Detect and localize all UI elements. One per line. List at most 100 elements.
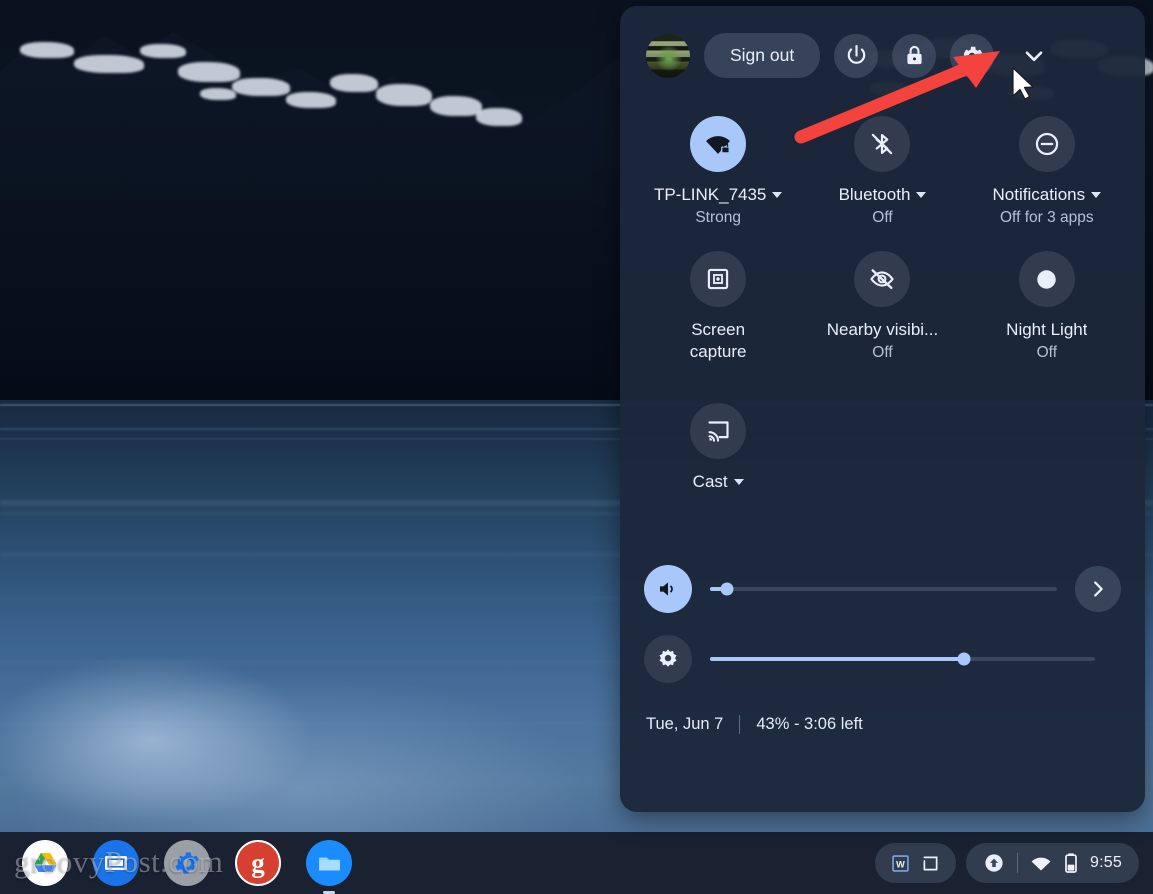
shelf-app-list: g (22, 840, 352, 894)
tile-night-light[interactable]: Night Light Off (965, 239, 1129, 373)
tile-nearby-sub: Off (872, 344, 893, 361)
brightness-slider-thumb[interactable] (957, 652, 971, 666)
tile-wifi[interactable]: TP-LINK_7435 Strong (636, 104, 800, 237)
brightness-button[interactable] (644, 635, 692, 683)
slides-icon (105, 856, 127, 870)
chevron-down-icon[interactable] (772, 192, 783, 198)
volume-next-button[interactable] (1075, 566, 1121, 612)
nearby-visibility-off-icon (870, 269, 895, 290)
gear-icon (175, 852, 199, 874)
tile-label-text: Night Light (1006, 320, 1088, 339)
volume-slider-track[interactable] (710, 582, 1057, 596)
chevron-down-icon[interactable] (1091, 192, 1102, 198)
tile-label-text: Nearby visibi... (826, 320, 939, 339)
tile-screen-capture-icon-bg (690, 251, 747, 307)
quick-settings-header: Sign out (620, 6, 1145, 78)
tile-wifi-sub: Strong (695, 209, 741, 226)
tray-divider (1017, 853, 1019, 873)
snow-cap (232, 78, 290, 96)
shelf-item-google-drive[interactable] (22, 840, 68, 886)
tile-notifications-label: Notifications (993, 184, 1102, 206)
settings-button[interactable] (950, 33, 995, 78)
date-label[interactable]: Tue, Jun 7 (646, 715, 723, 734)
tile-nearby-visibility[interactable]: Nearby visibi... Off (800, 239, 964, 373)
snow-cap (74, 55, 144, 73)
google-drive-icon (33, 852, 57, 872)
tray-window-group[interactable]: W (875, 843, 957, 883)
chevron-down-icon[interactable] (916, 192, 927, 198)
tile-screen-capture-label: Screen capture (671, 319, 766, 363)
battery-icon (1065, 853, 1077, 873)
gear-icon (962, 46, 983, 65)
quick-settings-panel: Sign out TP-LINK_7435 Strong Bluetooth O… (620, 6, 1145, 812)
tile-cast-label: Cast (693, 471, 744, 493)
power-icon (847, 45, 865, 64)
tile-bluetooth-sub: Off (872, 209, 893, 226)
screen-capture-icon (707, 268, 729, 290)
quick-settings-footer: Tue, Jun 7 43% - 3:06 left (620, 715, 1145, 734)
upload-status-icon (985, 854, 1003, 872)
tile-screen-capture[interactable]: Screen capture (636, 239, 800, 373)
tile-cast-icon-bg (690, 403, 747, 459)
svg-text:W: W (896, 859, 905, 869)
do-not-disturb-icon (1035, 132, 1058, 156)
tile-notifications-sub: Off for 3 apps (1000, 209, 1094, 226)
brightness-slider-row (620, 635, 1145, 683)
brightness-slider-track[interactable] (710, 652, 1095, 666)
battery-label[interactable]: 43% - 3:06 left (756, 715, 862, 734)
avatar[interactable] (646, 33, 690, 78)
tile-bluetooth-icon-bg (854, 116, 911, 172)
quick-settings-tiles: TP-LINK_7435 Strong Bluetooth Off Notifi… (620, 78, 1145, 503)
tile-night-light-label: Night Light (1006, 319, 1087, 341)
snow-cap (20, 42, 74, 58)
word-doc-icon: W (892, 854, 909, 872)
tile-notifications[interactable]: Notifications Off for 3 apps (965, 104, 1129, 237)
brightness-icon (659, 649, 677, 667)
lock-button[interactable] (892, 33, 937, 78)
chevron-down-icon[interactable] (733, 479, 744, 485)
tile-label-text: Notifications (992, 185, 1086, 204)
snow-cap (200, 88, 236, 100)
tile-label-text: Cast (692, 472, 728, 491)
tile-cast[interactable]: Cast (636, 375, 800, 503)
volume-slider-thumb[interactable] (720, 582, 734, 596)
shelf-item-slides[interactable] (93, 840, 139, 886)
tile-wifi-icon-bg (690, 116, 747, 172)
brightness-slider-fill (710, 657, 965, 661)
snow-cap (430, 96, 482, 116)
shelf-tray: W 9:55 (875, 843, 1139, 883)
snow-cap (330, 74, 378, 92)
snow-cap (476, 108, 522, 126)
tile-nearby-icon-bg (854, 251, 911, 307)
volume-button[interactable] (644, 565, 692, 613)
snow-cap (178, 62, 240, 82)
wifi-locked-icon (706, 136, 731, 154)
tile-night-light-icon-bg (1018, 251, 1075, 307)
shelf-item-settings[interactable] (164, 840, 210, 886)
power-button[interactable] (834, 33, 879, 78)
volume-icon (660, 582, 673, 596)
bluetooth-off-icon (872, 133, 893, 155)
chevron-down-icon (1025, 50, 1043, 61)
window-icon (923, 856, 938, 870)
groovypost-glyph: g (251, 847, 265, 878)
tile-nearby-label: Nearby visibi... (827, 319, 938, 341)
tile-wifi-label: TP-LINK_7435 (653, 184, 783, 206)
wifi-icon (1031, 857, 1051, 871)
tile-label-text: TP-LINK_7435 (653, 185, 767, 204)
cast-icon (708, 420, 729, 442)
tile-label-text: Bluetooth (838, 185, 911, 204)
folder-icon (318, 856, 340, 871)
lock-icon (907, 45, 922, 65)
tile-bluetooth-label: Bluetooth (839, 184, 927, 206)
shelf: g W 9:55 (0, 832, 1153, 894)
tile-bluetooth[interactable]: Bluetooth Off (800, 104, 964, 237)
footer-divider (739, 715, 741, 734)
collapse-button[interactable] (1012, 34, 1056, 78)
volume-slider-row (620, 565, 1145, 613)
shelf-item-groovypost[interactable]: g (235, 840, 281, 886)
tray-status-area[interactable]: 9:55 (966, 843, 1139, 883)
tile-label-text: Screen capture (689, 320, 747, 361)
sign-out-button[interactable]: Sign out (704, 33, 821, 78)
shelf-item-files[interactable] (306, 840, 352, 894)
